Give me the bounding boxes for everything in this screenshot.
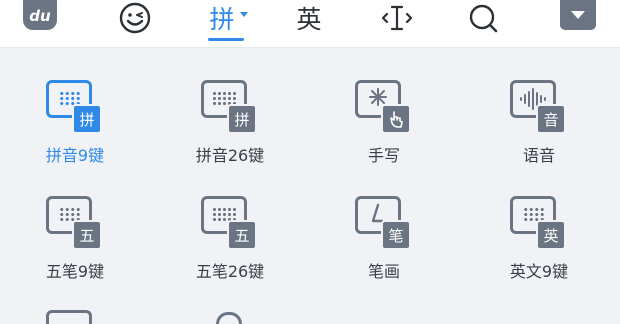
keyboard-option-english-9[interactable]: 英 英文9键 bbox=[476, 196, 596, 296]
active-tab-indicator bbox=[208, 38, 244, 41]
badge: 拼 bbox=[72, 104, 102, 134]
badge: 英 bbox=[536, 220, 566, 250]
smile-icon[interactable] bbox=[116, 0, 154, 36]
tab-english-label: 英 bbox=[296, 5, 322, 34]
hand-pointer-icon bbox=[381, 104, 411, 134]
keyboard-9key-icon: 拼 bbox=[46, 80, 104, 134]
keyboard-option-label: 五笔9键 bbox=[45, 262, 105, 281]
keyboard-26key-icon: 拼 bbox=[201, 80, 259, 134]
keyboard-option-label: 笔画 bbox=[367, 262, 400, 281]
keyboard-option-label: 英文9键 bbox=[509, 262, 569, 281]
handwriting-icon bbox=[355, 80, 413, 134]
stroke-icon: 笔 bbox=[355, 196, 413, 250]
text-cursor-icon[interactable] bbox=[378, 0, 416, 36]
keyboard-option-wubi-9[interactable]: 五 五笔9键 bbox=[12, 196, 132, 296]
keyboard-option-handwriting[interactable]: 手写 bbox=[321, 80, 441, 180]
chevron-down-icon bbox=[240, 12, 248, 17]
keyboard-9key-icon: 五 bbox=[46, 196, 104, 250]
circle-icon bbox=[216, 312, 242, 324]
keyboard-option-pinyin-9[interactable]: 拼 拼音9键 bbox=[12, 80, 132, 180]
keyboard-option-label: 拼音9键 bbox=[45, 146, 105, 165]
tab-pinyin-label: 拼 bbox=[209, 5, 235, 34]
keyboard-option-label: 语音 bbox=[522, 146, 555, 165]
search-icon[interactable] bbox=[464, 0, 502, 36]
keyboard-option-wubi-26[interactable]: 五 五笔26键 bbox=[167, 196, 287, 296]
voice-icon: 音 bbox=[510, 80, 568, 134]
tab-pinyin[interactable]: 拼 bbox=[205, 0, 239, 36]
keyboard-option-voice[interactable]: 音 语音 bbox=[476, 80, 596, 180]
badge: 拼 bbox=[227, 104, 257, 134]
baidu-logo-button[interactable]: du bbox=[23, 0, 57, 30]
badge: 笔 bbox=[381, 220, 411, 250]
badge: 音 bbox=[536, 104, 566, 134]
keyboard-icon bbox=[46, 310, 92, 324]
tab-english[interactable]: 英 bbox=[292, 0, 326, 36]
badge: 五 bbox=[72, 220, 102, 250]
dropdown-menu-button[interactable] bbox=[560, 0, 596, 30]
triangle-down-icon bbox=[571, 11, 585, 19]
keyboard-26key-icon: 五 bbox=[201, 196, 259, 250]
keyboard-option-label: 拼音26键 bbox=[195, 146, 265, 165]
keyboard-option-label: 五笔26键 bbox=[195, 262, 265, 281]
badge: 五 bbox=[227, 220, 257, 250]
keyboard-9key-icon: 英 bbox=[510, 196, 568, 250]
keyboard-option-stroke[interactable]: 笔 笔画 bbox=[321, 196, 441, 296]
logo-text: du bbox=[29, 7, 51, 25]
top-toolbar: du 拼 英 bbox=[0, 0, 620, 48]
keyboard-option-pinyin-26[interactable]: 拼 拼音26键 bbox=[167, 80, 287, 180]
keyboard-option-label: 手写 bbox=[367, 146, 400, 165]
